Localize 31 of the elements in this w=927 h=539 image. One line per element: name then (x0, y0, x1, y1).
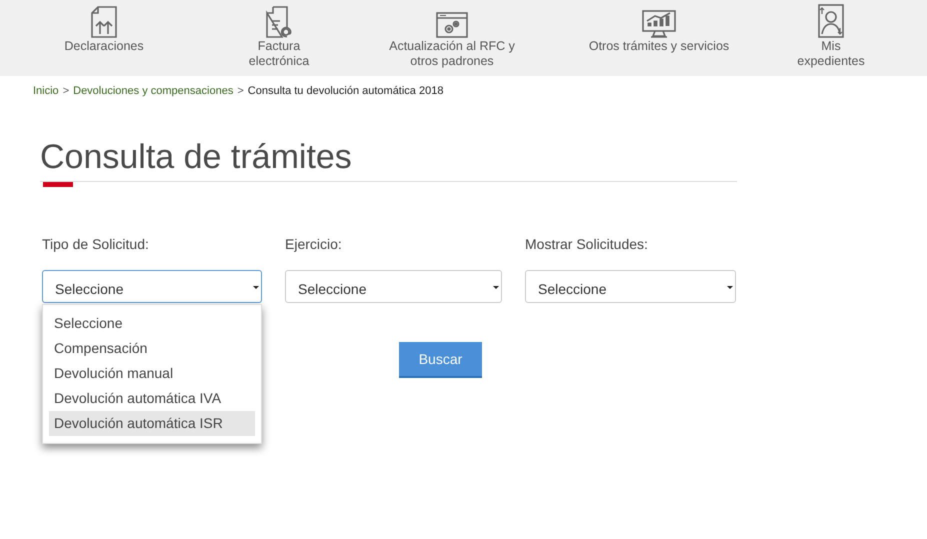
dropdown-option[interactable]: Devolución automática IVA (49, 386, 255, 411)
select-field[interactable]: Seleccione (42, 270, 262, 303)
nav-link[interactable]: Factura electrónica (239, 39, 319, 69)
page-title: Consulta de trámites (40, 137, 737, 182)
browser-gears-icon (436, 12, 468, 38)
breadcrumb-separator: > (62, 85, 70, 99)
breadcrumb-current: Consulta tu devolución automática 2018 (248, 85, 444, 99)
nav-link[interactable]: Declaraciones (64, 39, 144, 54)
field-label: Ejercicio: (285, 236, 343, 254)
profile-file-icon (816, 4, 846, 38)
caret-icon (253, 286, 259, 289)
select-field[interactable]: Seleccione (285, 270, 502, 303)
nav-link[interactable]: Otros trámites y servicios (588, 39, 730, 54)
dropdown-option[interactable]: Devolución automática ISR (49, 411, 255, 436)
accent-bar (43, 182, 73, 187)
breadcrumb-separator: > (237, 85, 244, 99)
breadcrumb-link[interactable]: Devoluciones y compensaciones (73, 85, 234, 99)
document-upload-icon (91, 6, 117, 38)
field-label: Mostrar Solicitudes: (525, 236, 649, 254)
dropdown-option[interactable]: Compensación (49, 336, 255, 361)
breadcrumb-link[interactable]: Inicio (33, 85, 59, 99)
dropdown-option[interactable]: Seleccione (49, 311, 255, 336)
caret-icon (727, 286, 733, 289)
select-field[interactable]: Seleccione (525, 270, 736, 303)
nav-link[interactable]: Actualización al RFC y otros padrones (387, 39, 517, 69)
document-email-icon (266, 6, 292, 38)
field-label: Tipo de Solicitud: (42, 236, 150, 254)
caret-icon (493, 286, 499, 289)
monitor-chart-icon (642, 10, 676, 38)
nav-link[interactable]: Mis expedientes (791, 39, 871, 69)
dropdown-option[interactable]: Devolución manual (49, 361, 255, 386)
